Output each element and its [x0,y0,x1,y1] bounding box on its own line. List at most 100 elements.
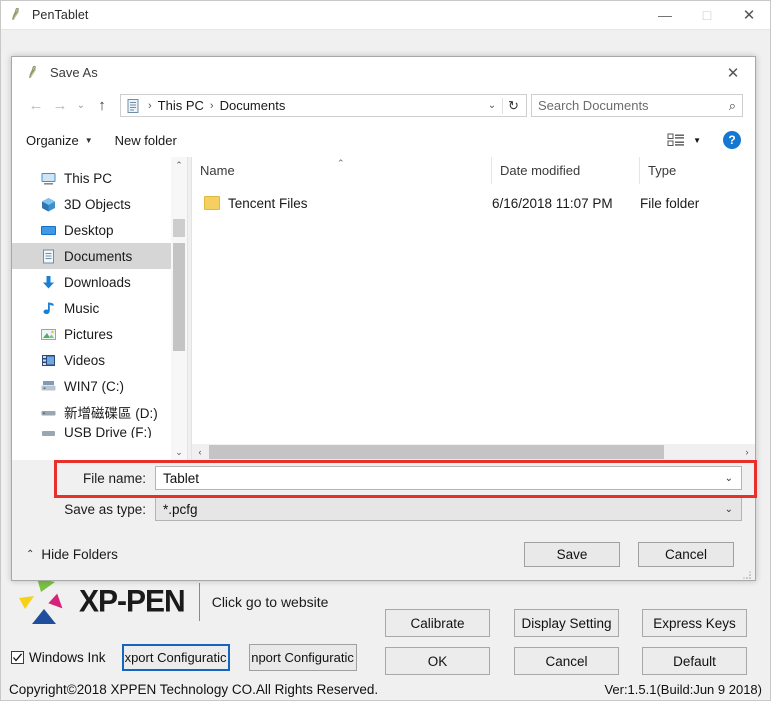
command-bar: Organize ▼ New folder ▼ ? [12,123,755,157]
website-link-text[interactable]: Click go to website [212,594,329,610]
dialog-close-button[interactable]: ✕ [711,57,755,88]
sidebar-item-downloads[interactable]: Downloads [12,269,187,295]
save-as-type-label: Save as type: [64,501,146,517]
documents-icon [40,248,57,265]
sidebar-item-desktop[interactable]: Desktop [12,217,187,243]
horizontal-scroll-thumb[interactable] [209,445,664,459]
search-icon[interactable]: ⌕ [729,98,736,114]
cancel-button[interactable]: Cancel [638,541,734,567]
refresh-icon[interactable]: ↻ [502,97,524,114]
hide-folders-button[interactable]: ⌃ Hide Folders [26,547,118,562]
search-placeholder: Search Documents [538,98,649,113]
sidebar-scroll-down-icon[interactable]: ⌄ [171,444,187,460]
file-list-pane: Name ⌃ Date modified Type Tencent Files … [192,157,755,460]
dialog-title: Save As [50,65,98,80]
sidebar-scroll-up-icon[interactable]: ⌃ [171,157,187,173]
sidebar-scrollbar[interactable]: ⌃ ⌄ [171,157,187,460]
column-header-date-modified[interactable]: Date modified [492,157,640,184]
save-button[interactable]: Save [524,541,620,567]
export-configuration-button[interactable]: xport Configuratic [121,644,230,671]
breadcrumb-separator-1: › [209,99,214,112]
main-titlebar: PenTablet — □ ✕ [1,1,770,30]
forward-icon[interactable]: → [48,94,72,118]
sort-ascending-icon: ⌃ [337,158,345,168]
sidebar-item-videos[interactable]: Videos [12,347,187,373]
navigation-sidebar[interactable]: This PC 3D Objects Desktop Documents Dow… [12,157,187,460]
minimize-button[interactable]: — [644,1,686,30]
file-name-input[interactable]: Tablet ⌄ [155,466,742,490]
logo-divider [198,583,200,621]
sidebar-label-documents: Documents [64,248,133,264]
column-header-type[interactable]: Type [640,157,750,184]
branding-row: XP-PEN Click go to website [15,576,328,628]
save-as-type-chevron-down-icon[interactable]: ⌄ [725,504,737,515]
new-folder-button[interactable]: New folder [115,133,177,148]
view-chevron-down-icon[interactable]: ▼ [693,136,701,145]
file-date-cell: 6/16/2018 11:07 PM [492,195,613,211]
windows-ink-row: Windows Ink xport Configuratic nport Con… [11,644,357,671]
scroll-left-icon[interactable]: ‹ [192,444,208,460]
sidebar-label-music: Music [64,300,100,316]
column-header-name[interactable]: Name ⌃ [192,157,492,184]
videos-icon [40,352,57,369]
breadcrumb-documents[interactable]: Documents [218,98,288,113]
sidebar-item-documents[interactable]: Documents [12,243,187,269]
file-name-label: Tencent Files [228,195,308,211]
sidebar-item-pictures[interactable]: Pictures [12,321,187,347]
address-bar[interactable]: › This PC › Documents ⌄ ↻ [120,94,527,117]
sidebar-label-win7-c: WIN7 (C:) [64,378,124,394]
version-text: Ver:1.5.1(Build:Jun 9 2018) [604,682,762,697]
window-controls: — □ ✕ [644,1,770,30]
folder-icon [204,196,220,210]
sidebar-item-disk-d[interactable]: 新增磁碟區 (D:) [12,399,187,425]
main-window-body: XP-PEN Click go to website Windows Ink x… [1,30,770,700]
file-list-horizontal-scrollbar[interactable]: ‹ › [192,444,755,460]
copyright-text: Copyright©2018 XPPEN Technology CO.All R… [9,682,379,697]
pictures-icon [40,326,57,343]
resize-grip[interactable] [742,568,752,579]
save-as-type-select[interactable]: *.pcfg ⌄ [155,497,742,521]
help-icon[interactable]: ? [723,131,741,149]
list-view-icon[interactable] [667,132,685,148]
view-controls: ▼ ? [667,131,741,149]
sidebar-item-usb-drive[interactable]: USB Drive (F:) [12,425,187,438]
table-row[interactable]: Tencent Files 6/16/2018 11:07 PM File fo… [192,190,755,216]
up-icon[interactable]: ↑ [90,94,114,118]
recent-locations-icon[interactable]: ⌄ [72,94,90,118]
search-input[interactable]: Search Documents ⌕ [531,94,743,117]
sidebar-item-this-pc[interactable]: This PC [12,165,187,191]
maximize-button[interactable]: □ [686,1,728,30]
sidebar-item-3d-objects[interactable]: 3D Objects [12,191,187,217]
save-as-type-row: Save as type: *.pcfg ⌄ [12,497,755,521]
organize-menu[interactable]: Organize ▼ [26,133,93,148]
pentablet-main-window: PenTablet — □ ✕ XP-PEN Click go to websi… [0,0,771,701]
sidebar-item-music[interactable]: Music [12,295,187,321]
local-disk-icon [40,404,57,421]
back-icon[interactable]: ← [24,94,48,118]
sidebar-scroll-thumb[interactable] [173,243,185,351]
address-dropdown-icon[interactable]: ⌄ [482,100,502,111]
default-button[interactable]: Default [642,647,747,675]
usb-drive-icon [40,425,57,438]
dialog-titlebar: Save As ✕ [12,57,755,88]
navigation-bar: ← → ⌄ ↑ › This PC › Documents ⌄ ↻ Search… [12,88,755,123]
xppen-logo-icon [15,576,71,628]
cancel-button[interactable]: Cancel [514,647,619,675]
file-name-chevron-down-icon[interactable]: ⌄ [725,473,737,484]
breadcrumb-this-pc[interactable]: This PC [156,98,206,113]
close-button[interactable]: ✕ [728,1,770,30]
sidebar-item-win7-c[interactable]: WIN7 (C:) [12,373,187,399]
calibrate-button[interactable]: Calibrate [385,609,490,637]
3d-objects-icon [40,196,57,213]
import-configuration-button[interactable]: nport Configuratic [248,644,357,671]
display-setting-button[interactable]: Display Setting [514,609,619,637]
sidebar-label-downloads: Downloads [64,274,131,290]
sidebar-scroll-thumb-upper[interactable] [173,219,185,237]
windows-ink-checkbox[interactable] [11,651,24,664]
ok-button[interactable]: OK [385,647,490,675]
scroll-right-icon[interactable]: › [739,444,755,460]
express-keys-button[interactable]: Express Keys [642,609,747,637]
xppen-wordmark[interactable]: XP-PEN [79,584,186,620]
sidebar-label-videos: Videos [64,352,106,368]
chevron-down-icon: ▼ [84,135,93,145]
